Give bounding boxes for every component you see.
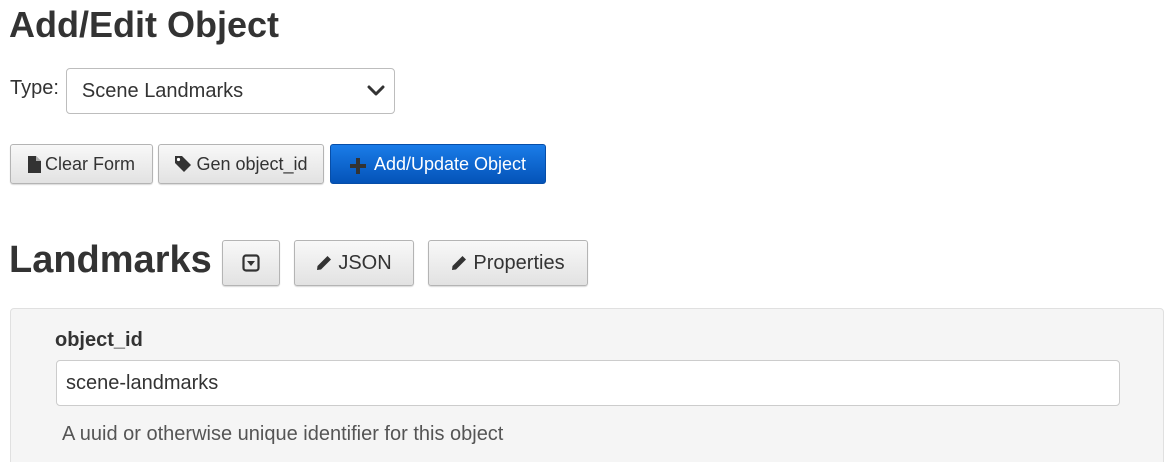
edit-properties-button[interactable]: Properties (428, 240, 588, 286)
section-title: Landmarks (9, 239, 212, 281)
properties-panel: object_id A uuid or otherwise unique ide… (10, 308, 1164, 462)
object-id-help: A uuid or otherwise unique identifier fo… (62, 423, 504, 445)
add-update-object-button[interactable]: Add/Update Object (330, 144, 546, 184)
plus-icon (349, 158, 366, 174)
add-update-object-label: Add/Update Object (373, 153, 527, 174)
json-label: JSON (338, 251, 392, 274)
clear-form-label: Clear Form (44, 153, 135, 174)
gen-object-id-button[interactable]: Gen object_id (158, 144, 324, 184)
page: Add/Edit Object Type: Scene Landmarks Cl… (0, 0, 1176, 462)
object-id-input[interactable] (56, 360, 1120, 406)
pencil-icon (451, 255, 467, 271)
file-icon (27, 155, 41, 173)
caret-square-down-icon (242, 254, 260, 272)
collapse-button[interactable] (222, 240, 280, 286)
clear-form-button[interactable]: Clear Form (10, 144, 153, 184)
properties-label: Properties (473, 251, 565, 274)
edit-json-button[interactable]: JSON (294, 240, 414, 286)
gen-object-id-label: Gen object_id (196, 153, 308, 174)
chevron-down-icon (367, 85, 385, 96)
tag-icon (174, 155, 192, 173)
type-select[interactable]: Scene Landmarks (65, 68, 395, 114)
pencil-icon (316, 255, 332, 271)
object-id-label: object_id (55, 329, 143, 351)
type-row: Type: Scene Landmarks (10, 68, 395, 114)
type-label: Type: (10, 76, 59, 99)
page-title: Add/Edit Object (9, 4, 279, 45)
type-select-value: Scene Landmarks (81, 80, 244, 102)
